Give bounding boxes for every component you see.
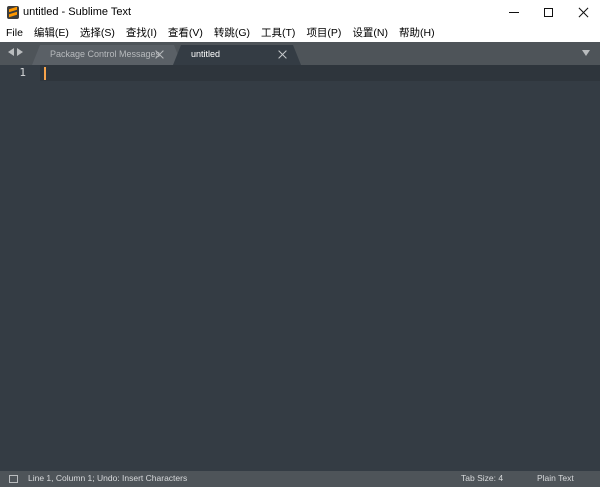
menu-find[interactable]: 查找(I) — [126, 25, 157, 42]
menu-file[interactable]: File — [6, 25, 23, 42]
syntax-selector[interactable]: Plain Text — [537, 473, 574, 483]
line-gutter: 1 — [0, 65, 40, 471]
tab-close-icon[interactable] — [155, 50, 164, 59]
sublime-text-icon — [7, 6, 19, 19]
menu-bar: File 编辑(E) 选择(S) 查找(I) 查看(V) 转跳(G) 工具(T)… — [0, 25, 600, 42]
close-icon — [578, 7, 589, 18]
tab-close-icon[interactable] — [278, 50, 287, 59]
tab-bar: Package Control Messages untitled — [0, 42, 600, 65]
chevron-down-icon[interactable] — [582, 50, 590, 56]
tab-size-selector[interactable]: Tab Size: 4 — [461, 473, 503, 483]
maximize-icon — [543, 8, 553, 17]
menu-tools[interactable]: 工具(T) — [261, 25, 295, 42]
arrow-left-icon[interactable] — [8, 48, 14, 56]
current-line-highlight — [0, 65, 600, 81]
cursor-position-status: Line 1, Column 1; Undo: Insert Character… — [28, 473, 188, 483]
close-window-button[interactable] — [566, 0, 600, 25]
tab-label: untitled — [191, 49, 221, 59]
title-bar: untitled - Sublime Text — [0, 0, 600, 25]
editor-area[interactable]: 1 — [0, 65, 600, 471]
menu-project[interactable]: 项目(P) — [306, 25, 341, 42]
menu-selection[interactable]: 选择(S) — [80, 25, 115, 42]
arrow-right-icon[interactable] — [17, 48, 23, 56]
text-cursor — [44, 67, 46, 80]
menu-view[interactable]: 查看(V) — [168, 25, 203, 42]
tab-untitled[interactable]: untitled — [173, 45, 301, 65]
menu-preferences[interactable]: 设置(N) — [352, 25, 388, 42]
window-title: untitled - Sublime Text — [23, 6, 132, 18]
menu-goto[interactable]: 转跳(G) — [214, 25, 250, 42]
menu-help[interactable]: 帮助(H) — [399, 25, 435, 42]
menu-edit[interactable]: 编辑(E) — [34, 25, 69, 42]
tab-label: Package Control Messages — [50, 49, 161, 59]
minimize-icon — [509, 12, 519, 13]
tab-package-control-messages[interactable]: Package Control Messages — [32, 45, 182, 65]
tab-navigation — [8, 48, 23, 56]
status-bar: Line 1, Column 1; Undo: Insert Character… — [0, 471, 600, 487]
line-number: 1 — [19, 66, 26, 79]
maximize-button[interactable] — [531, 0, 565, 25]
minimize-button[interactable] — [497, 0, 531, 25]
panel-toggle-icon[interactable] — [9, 475, 18, 483]
